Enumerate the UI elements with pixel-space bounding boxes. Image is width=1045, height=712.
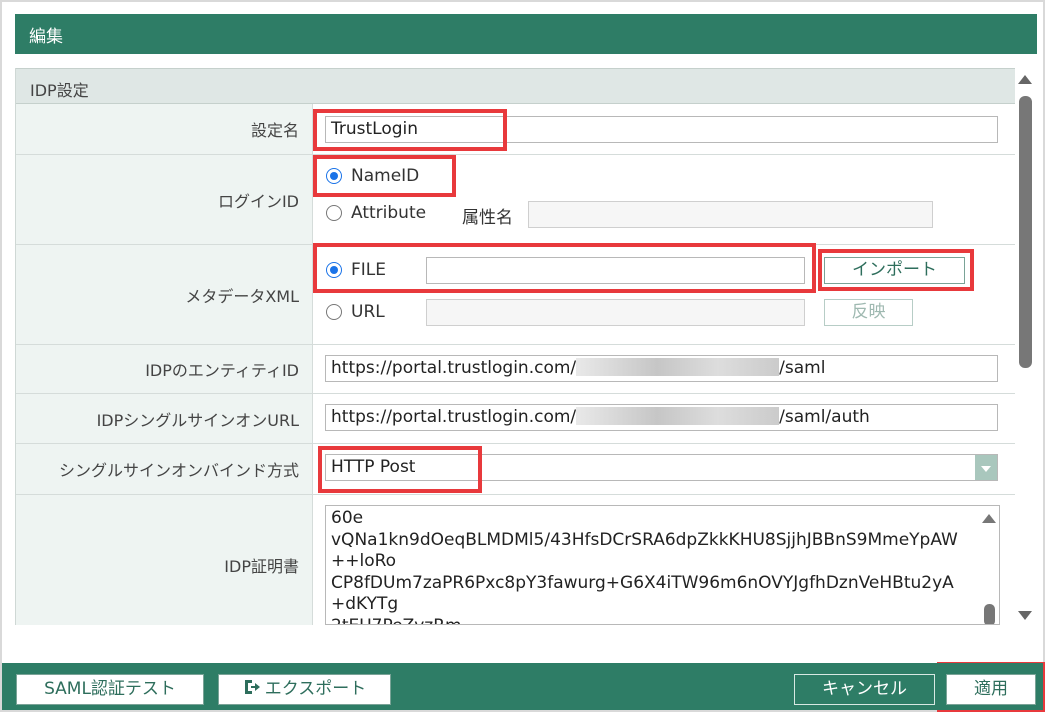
- redacted-tenant-id: [576, 358, 780, 376]
- idp-sso-url-input[interactable]: https://portal.trustlogin.com/ /saml/auth: [325, 404, 998, 431]
- radio-file-label: FILE: [351, 260, 387, 280]
- apply-button[interactable]: 適用: [946, 674, 1036, 705]
- metadata-file-input[interactable]: [426, 257, 805, 284]
- row-setting-name: 設定名 TrustLogin: [16, 104, 1015, 155]
- scroll-up-icon[interactable]: [982, 514, 996, 523]
- row-login-id: ログインID NameID Attribute 属性名: [16, 155, 1015, 245]
- cancel-button[interactable]: キャンセル: [794, 674, 935, 705]
- radio-attribute-label: Attribute: [351, 203, 427, 223]
- metadata-xml-label: メタデータXML: [16, 245, 313, 344]
- scroll-down-icon[interactable]: [1018, 611, 1032, 620]
- reflect-button[interactable]: 反映: [824, 299, 913, 326]
- idp-sso-url-prefix: https://portal.trustlogin.com/: [331, 407, 577, 427]
- radio-attribute-dot[interactable]: [326, 205, 342, 221]
- section-title: IDP設定: [16, 68, 1015, 104]
- cert-scrollbar[interactable]: [979, 506, 999, 624]
- idp-entity-id-label: IDPのエンティティID: [16, 345, 313, 393]
- redacted-tenant-id: [576, 407, 780, 425]
- scroll-thumb[interactable]: [1019, 96, 1032, 368]
- idp-entity-id-prefix: https://portal.trustlogin.com/: [331, 358, 577, 378]
- sso-binding-value: HTTP Post: [331, 457, 416, 477]
- radio-nameid-dot[interactable]: [326, 168, 342, 184]
- attribute-name-input[interactable]: [528, 201, 933, 228]
- idp-certificate-textarea[interactable]: 60e vQNa1kn9dOeqBLMDMl5/43HfsDCrSRA6dpZk…: [325, 505, 1000, 625]
- idp-entity-id-input[interactable]: https://portal.trustlogin.com/ /saml: [325, 355, 998, 382]
- radio-url[interactable]: URL: [326, 302, 385, 322]
- export-icon: [244, 680, 260, 694]
- attribute-name-label: 属性名: [462, 208, 513, 228]
- login-id-label: ログインID: [16, 155, 313, 244]
- idp-entity-id-suffix: /saml: [779, 358, 826, 378]
- metadata-url-input[interactable]: [426, 299, 805, 326]
- row-idp-sso-url: IDPシングルサインオンURL https://portal.trustlogi…: [16, 394, 1015, 444]
- dialog-footer: SAML認証テスト エクスポート キャンセル 適用: [2, 663, 1043, 710]
- scroll-thumb[interactable]: [984, 604, 995, 624]
- saml-test-button[interactable]: SAML認証テスト: [16, 674, 204, 705]
- sso-binding-label: シングルサインオンバインド方式: [16, 444, 313, 494]
- setting-name-input[interactable]: TrustLogin: [325, 116, 998, 143]
- row-idp-entity-id: IDPのエンティティID https://portal.trustlogin.c…: [16, 345, 1015, 394]
- row-idp-certificate: IDP証明書 60e vQNa1kn9dOeqBLMDMl5/43HfsDCrS…: [16, 495, 1015, 625]
- export-button-label: エクスポート: [264, 679, 367, 699]
- dialog-title: 編集: [29, 27, 63, 47]
- dialog-header: 編集: [15, 14, 1037, 54]
- radio-url-label: URL: [351, 302, 385, 322]
- row-metadata-xml: メタデータXML FILE インポート URL 反映: [16, 245, 1015, 345]
- scroll-up-icon[interactable]: [1018, 75, 1032, 84]
- radio-nameid-label: NameID: [351, 166, 420, 186]
- row-sso-binding: シングルサインオンバインド方式 HTTP Post: [16, 444, 1015, 495]
- radio-nameid[interactable]: NameID: [326, 166, 419, 186]
- radio-file-dot[interactable]: [326, 262, 342, 278]
- cert-line: CP8fDUm7zaPR6Pxc8pY3fawurg+G6X4iTW96m6nO…: [331, 572, 954, 593]
- radio-attribute[interactable]: Attribute: [326, 203, 426, 223]
- sso-binding-select[interactable]: HTTP Post: [325, 454, 998, 481]
- idp-certificate-label: IDP証明書: [16, 495, 313, 625]
- radio-url-dot[interactable]: [326, 304, 342, 320]
- setting-name-label: 設定名: [16, 104, 313, 154]
- cert-line: ++loRo: [331, 551, 397, 571]
- cert-line: +dKYTg: [331, 594, 399, 614]
- radio-file[interactable]: FILE: [326, 260, 386, 280]
- import-button[interactable]: インポート: [824, 257, 965, 284]
- cert-line: 60e: [331, 508, 364, 528]
- form-scroll-area: IDP設定 設定名 TrustLogin ログインID NameID Attri…: [15, 68, 1015, 625]
- cert-line: vQNa1kn9dOeqBLMDMl5/43HfsDCrSRA6dpZkkKHU…: [331, 529, 958, 550]
- idp-sso-url-label: IDPシングルサインオンURL: [16, 394, 313, 443]
- idp-sso-url-suffix: /saml/auth: [779, 407, 870, 427]
- cert-line: 2tEU7PeZvzRm: [331, 616, 994, 625]
- main-scrollbar[interactable]: [1015, 68, 1037, 625]
- chevron-down-icon[interactable]: [975, 455, 997, 480]
- export-button[interactable]: エクスポート: [218, 674, 391, 705]
